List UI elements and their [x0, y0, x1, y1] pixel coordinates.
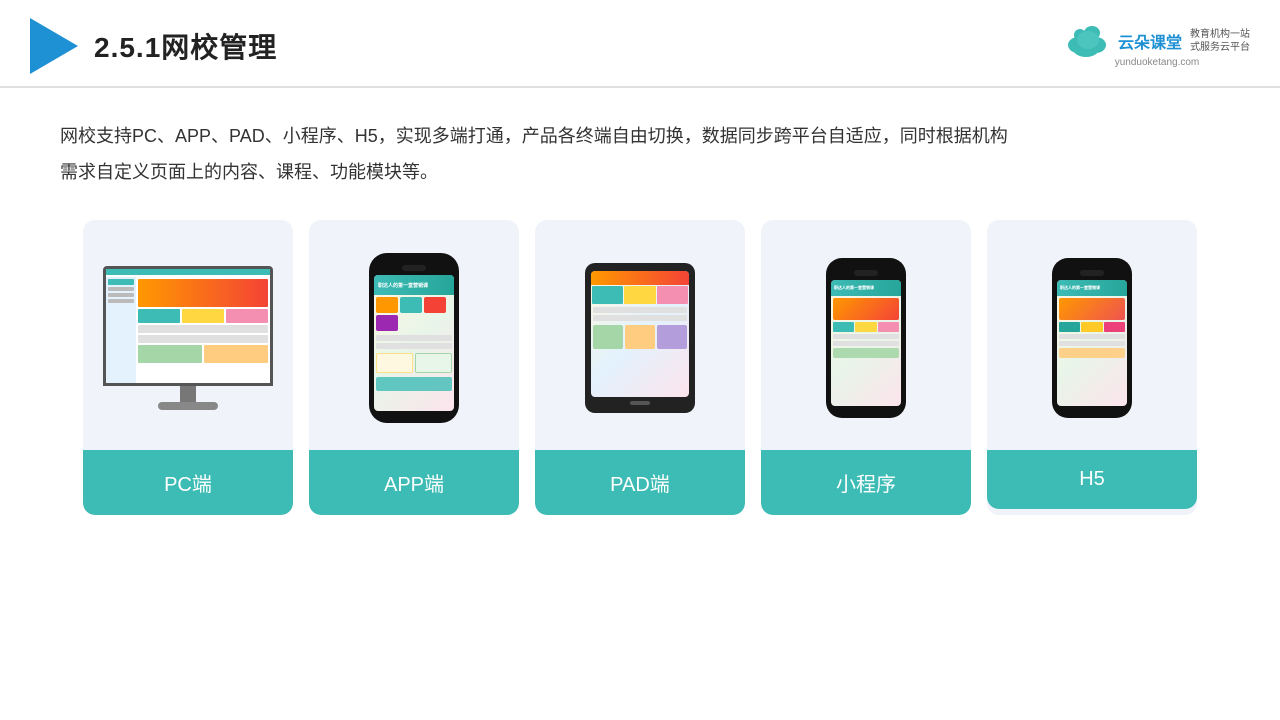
play-icon: [30, 18, 78, 74]
description-section: 网校支持PC、APP、PAD、小程序、H5，实现多端打通，产品各终端自由切换，数…: [0, 88, 1280, 200]
logo-box: 云朵课堂 教育机构一站 式服务云平台: [1064, 25, 1250, 57]
page-title: 2.5.1网校管理: [94, 26, 277, 66]
monitor-neck: [180, 386, 196, 402]
cards-section: PC端 职达人的第一堂营销课: [0, 200, 1280, 535]
card-image-h5: 职达人的第一堂营销课: [987, 220, 1197, 450]
app-screen-content: 职达人的第一堂营销课: [374, 275, 454, 411]
card-h5: 职达人的第一堂营销课: [987, 220, 1197, 515]
pc-screen-content: [106, 269, 270, 383]
pc-monitor-mockup: [103, 266, 273, 410]
card-pad: PAD端: [535, 220, 745, 515]
card-image-pc: [83, 220, 293, 450]
tablet-home-btn: [630, 401, 650, 405]
logo-tagline-line2: 式服务云平台: [1190, 41, 1250, 54]
mini-screen-content: 职达人的第一堂营销课: [831, 280, 901, 406]
card-label-h5: H5: [987, 450, 1197, 509]
app-screen: 职达人的第一堂营销课: [374, 275, 454, 411]
h5-phone-mockup: 职达人的第一堂营销课: [1052, 258, 1132, 418]
card-label-mini: 小程序: [761, 450, 971, 515]
mini-phone-mockup: 职达人的第一堂营销课: [826, 258, 906, 418]
card-image-app: 职达人的第一堂营销课: [309, 220, 519, 450]
card-pc: PC端: [83, 220, 293, 515]
pad-tablet-mockup: [585, 263, 695, 413]
card-label-pc: PC端: [83, 450, 293, 515]
description-text: 网校支持PC、APP、PAD、小程序、H5，实现多端打通，产品各终端自由切换，数…: [60, 118, 1220, 190]
card-miniprogram: 职达人的第一堂营销课: [761, 220, 971, 515]
monitor-screen: [103, 266, 273, 386]
mini-screen: 职达人的第一堂营销课: [831, 280, 901, 406]
card-label-app: APP端: [309, 450, 519, 515]
card-image-mini: 职达人的第一堂营销课: [761, 220, 971, 450]
header: 2.5.1网校管理 云朵课堂 教育机构一站 式服务云平台: [0, 0, 1280, 88]
logo-tagline-line1: 教育机构一站: [1190, 28, 1250, 41]
header-left: 2.5.1网校管理: [30, 18, 277, 74]
card-app: 职达人的第一堂营销课: [309, 220, 519, 515]
pad-screen: [591, 271, 689, 397]
h5-screen-content: 职达人的第一堂营销课: [1057, 280, 1127, 406]
h5-screen: 职达人的第一堂营销课: [1057, 280, 1127, 406]
cloud-icon: [1064, 25, 1112, 57]
card-label-pad: PAD端: [535, 450, 745, 515]
card-image-pad: [535, 220, 745, 450]
app-phone-mockup: 职达人的第一堂营销课: [369, 253, 459, 423]
logo-url: yunduoketang.com: [1115, 57, 1200, 68]
phone-notch-app: [402, 265, 426, 271]
phone-notch-mini: [854, 270, 878, 276]
monitor-base: [158, 402, 218, 410]
phone-notch-h5: [1080, 270, 1104, 276]
pad-screen-content: [591, 271, 689, 397]
logo-name: 云朵课堂: [1118, 29, 1182, 53]
logo-area: 云朵课堂 教育机构一站 式服务云平台 yunduoketang.com: [1064, 25, 1250, 68]
